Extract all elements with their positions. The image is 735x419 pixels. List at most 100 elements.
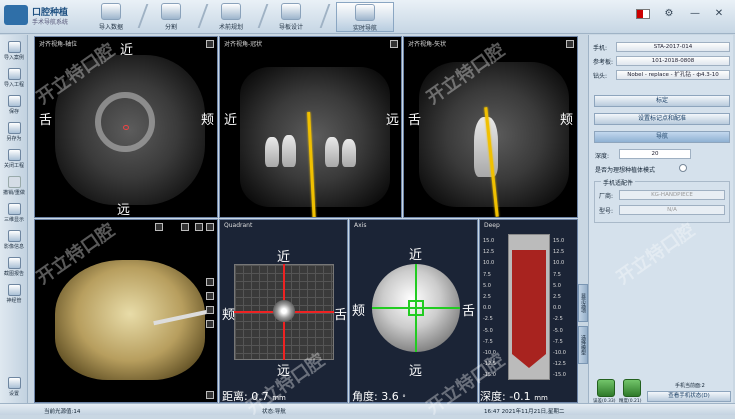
depth-tick-label: -5.0	[553, 327, 563, 334]
tool-report[interactable]: 截图报告	[1, 255, 27, 283]
error-icon-button[interactable]	[597, 379, 615, 397]
close-button[interactable]: ✕	[712, 8, 726, 20]
tooth	[265, 137, 279, 167]
maker-field: KG-HANDPIECE	[619, 190, 725, 200]
depth-tick-label: 10.0	[483, 260, 495, 267]
axis-far-label: 远	[409, 364, 423, 379]
depth-tick-label: 2.5	[553, 294, 561, 300]
maximize-icon[interactable]	[566, 40, 574, 48]
axial-view[interactable]: 对齐视角-轴位 近 远 舌 颊	[34, 36, 218, 218]
quadrant-near-label: 近	[277, 250, 291, 265]
reference-select[interactable]: 101-2018-0808	[616, 56, 730, 66]
settings-icon	[7, 377, 21, 389]
tool-import-project[interactable]: 导入工程	[1, 66, 27, 94]
view-icon[interactable]	[195, 223, 203, 231]
tool-3d-view[interactable]: 三维显示	[1, 201, 27, 229]
depth-tick-label: 12.5	[553, 249, 565, 256]
fit-icon[interactable]	[206, 391, 214, 399]
depth-tick-label: -10.0	[553, 350, 566, 356]
status-state: 状态:导航	[262, 409, 286, 415]
view-icon[interactable]	[181, 223, 189, 231]
axis-near-label: 近	[409, 248, 423, 263]
side-tool-icon[interactable]	[206, 320, 214, 328]
handpiece-count: 手机当前面:2	[675, 383, 705, 389]
tool-import-case[interactable]: 导入案例	[1, 39, 27, 67]
depth-tick-label: -15.0	[553, 372, 566, 379]
tool-save[interactable]: 保存	[1, 93, 27, 121]
maximize-icon[interactable]	[206, 223, 214, 231]
tool-image-info[interactable]: 影像信息	[1, 228, 27, 256]
minimize-button[interactable]: —	[688, 8, 702, 20]
tooth	[325, 137, 339, 167]
import-case-icon	[7, 41, 21, 53]
tool-settings[interactable]: 设置	[1, 375, 27, 403]
register-button[interactable]: 设置标记点和配准	[594, 113, 730, 125]
axis-target-box	[408, 300, 424, 316]
depth-tick-label: -15.0	[483, 372, 496, 379]
tool-undo-redo[interactable]: 撤销/重做	[1, 174, 27, 202]
close-project-icon	[7, 149, 21, 161]
handpiece-select[interactable]: STA-2017-014	[616, 42, 730, 52]
depth-input[interactable]: 20	[619, 149, 691, 159]
nerve-icon	[7, 284, 21, 296]
depth-tick-label: -12.5	[553, 361, 566, 368]
maker-label: 厂商:	[599, 193, 614, 200]
calibrate-button[interactable]: 标定	[594, 95, 730, 107]
language-flag-icon[interactable]	[636, 9, 650, 19]
drill-select[interactable]: Nobel - replace - 扩孔钻 - ф4.3-10	[616, 70, 730, 80]
side-tool-icon[interactable]	[206, 306, 214, 314]
left-toolbar: 导入案例 导入工程 保存 另存为 关闭工程 撤销/重做 三维显示 影像信息 截图…	[0, 35, 28, 403]
quadrant-target	[273, 300, 295, 322]
reference-label: 参考板:	[593, 59, 614, 66]
accuracy-icon-button[interactable]	[623, 379, 641, 397]
top-toolbar: 口腔种植 手术导航系统 导入数据 分割 术前规划 导板设计 实时导航 ⚙ — ✕	[0, 0, 735, 34]
axial-cheek-label: 颊	[201, 113, 215, 128]
app-subtitle: 手术导航系统	[32, 19, 69, 26]
step-guide-design[interactable]: 导板设计	[262, 2, 320, 32]
tool-save-as[interactable]: 另存为	[1, 120, 27, 148]
depth-tick-label: 10.0	[553, 260, 565, 267]
sagittal-tongue-label: 舌	[408, 113, 422, 128]
depth-label: 深度:	[595, 153, 610, 160]
sagittal-view[interactable]: 对齐视角-矢状 舌 颊	[403, 36, 578, 218]
view-icon[interactable]	[155, 223, 163, 231]
navigate-button[interactable]: 导航	[594, 131, 730, 143]
app-window: 口腔种植 手术导航系统 导入数据 分割 术前规划 导板设计 实时导航 ⚙ — ✕	[0, 0, 735, 419]
maximize-icon[interactable]	[206, 40, 214, 48]
depth-tick-label: -2.5	[553, 316, 563, 323]
axial-tongue-label: 舌	[39, 113, 53, 128]
status-datetime: 16:47 2021年11月21日,星期二	[484, 409, 565, 415]
tooth	[342, 139, 356, 167]
side-tool-icon[interactable]	[206, 292, 214, 300]
depth-tick-label: -12.5	[483, 361, 496, 368]
tab-display-options[interactable]: 显示选项	[578, 284, 588, 322]
tool-close-project[interactable]: 关闭工程	[1, 147, 27, 175]
axis-cheek-label: 颊	[352, 304, 366, 319]
distance-readout: 距离: 0.7 mm	[222, 390, 286, 403]
3d-render-view[interactable]	[34, 219, 218, 403]
handpiece-status-button[interactable]: 查看手机状态(D)	[647, 391, 731, 402]
sagittal-cheek-label: 颊	[560, 113, 574, 128]
navigation-icon	[355, 4, 375, 21]
depth-fill	[512, 250, 546, 354]
depth-tick-label: -10.0	[483, 350, 496, 356]
right-panel: 手机: STA-2017-014 参考板: 101-2018-0808 钻头: …	[588, 35, 733, 404]
model-field: N/A	[619, 205, 725, 215]
axis-title: Axis	[354, 222, 367, 229]
gear-icon[interactable]: ⚙	[662, 8, 676, 20]
maximize-icon[interactable]	[390, 40, 398, 48]
coronal-view[interactable]: 对齐视角-冠状 近 远	[219, 36, 402, 218]
depth-tick-label: 5.0	[553, 282, 561, 289]
depth-tick-label: -5.0	[483, 327, 493, 334]
ideal-implant-mode-radio[interactable]	[679, 164, 687, 172]
step-live-navigation[interactable]: 实时导航	[336, 2, 394, 32]
depth-arrow-icon	[512, 354, 546, 368]
tool-nerve[interactable]: 神经管	[1, 282, 27, 310]
model-label: 型号:	[599, 208, 614, 215]
side-tool-icon[interactable]	[206, 278, 214, 286]
tab-select-model[interactable]: 选择模型	[578, 326, 588, 364]
axial-title: 对齐视角-轴位	[39, 41, 78, 48]
report-icon	[7, 257, 21, 269]
quadrant-title: Quadrant	[224, 222, 253, 229]
coronal-title: 对齐视角-冠状	[224, 41, 263, 48]
